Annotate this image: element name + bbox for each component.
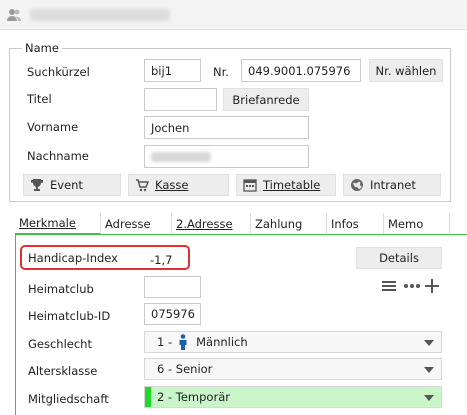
tab-2-adresse-label: 2.Adresse bbox=[176, 217, 233, 231]
tab-infos[interactable]: Infos bbox=[327, 213, 384, 235]
nachname-field[interactable] bbox=[144, 145, 309, 168]
geschlecht-select[interactable]: 1 - Männlich bbox=[144, 331, 442, 353]
tab-infos-label: Infos bbox=[331, 217, 359, 231]
heimatclub-label: Heimatclub bbox=[28, 282, 94, 296]
mitgliedschaft-label: Mitgliedschaft bbox=[28, 392, 109, 406]
tab-merkmale-label: Merkmale bbox=[19, 216, 76, 230]
details-button[interactable]: Details bbox=[356, 247, 442, 269]
handicap-label: Handicap-Index bbox=[28, 251, 118, 265]
tab-adresse[interactable]: Adresse bbox=[101, 213, 172, 235]
heimatclub-id-label: Heimatclub-ID bbox=[28, 309, 111, 323]
nr-field[interactable]: 049.9001.075976 bbox=[241, 59, 361, 82]
cart-icon bbox=[136, 179, 149, 192]
suchkuerzel-field[interactable]: bij1 bbox=[144, 59, 201, 82]
timetable-button[interactable]: Timetable bbox=[236, 174, 336, 196]
event-button-label: Event bbox=[50, 178, 83, 192]
plus-icon[interactable] bbox=[424, 278, 440, 294]
intranet-button-label: Intranet bbox=[370, 178, 416, 192]
titel-field[interactable] bbox=[144, 88, 217, 111]
event-button[interactable]: Event bbox=[23, 174, 121, 196]
altersklasse-label: Altersklasse bbox=[28, 364, 98, 378]
timetable-button-label: Timetable bbox=[263, 178, 321, 192]
chevron-down-icon bbox=[424, 395, 434, 401]
nr-waehlen-button[interactable]: Nr. wählen bbox=[369, 59, 443, 82]
tab-2-adresse[interactable]: 2.Adresse bbox=[172, 213, 251, 235]
tab-memo-label: Memo bbox=[388, 217, 424, 231]
handicap-value: -1,7 bbox=[150, 253, 173, 267]
mitgliedschaft-value: 2 - Temporär bbox=[157, 390, 230, 404]
geschlecht-label: Geschlecht bbox=[28, 337, 92, 351]
chevron-down-icon bbox=[424, 340, 434, 346]
geschlecht-value: Männlich bbox=[196, 335, 248, 349]
mitgliedschaft-select[interactable]: 2 - Temporär bbox=[144, 386, 442, 408]
chevron-down-icon bbox=[424, 367, 434, 373]
intranet-button[interactable]: Intranet bbox=[343, 174, 441, 196]
vorname-field[interactable]: Jochen bbox=[144, 116, 309, 139]
altersklasse-value: 6 - Senior bbox=[157, 362, 213, 376]
list-icon[interactable] bbox=[381, 279, 397, 293]
geschlecht-prefix: 1 - bbox=[157, 335, 173, 349]
titel-label: Titel bbox=[27, 92, 52, 106]
suchkuerzel-label: Suchkürzel bbox=[27, 65, 90, 79]
nachname-label: Nachname bbox=[27, 149, 89, 163]
name-group-legend: Name bbox=[22, 41, 62, 55]
nachname-redacted bbox=[151, 151, 211, 162]
contacts-icon bbox=[7, 9, 21, 21]
tab-adresse-label: Adresse bbox=[105, 217, 151, 231]
globe-icon bbox=[351, 179, 363, 191]
nr-label: Nr. bbox=[213, 65, 229, 79]
kasse-button[interactable]: Kasse bbox=[128, 174, 229, 196]
tab-zahlung-label: Zahlung bbox=[255, 217, 303, 231]
vorname-label: Vorname bbox=[27, 120, 79, 134]
membership-color-swatch bbox=[145, 387, 151, 407]
window-title-redacted bbox=[30, 9, 170, 21]
heimatclub-field[interactable] bbox=[144, 276, 201, 298]
heimatclub-id-field[interactable]: 075976 bbox=[144, 303, 201, 325]
tab-memo[interactable]: Memo bbox=[384, 213, 450, 235]
person-icon bbox=[179, 334, 187, 350]
more-icon[interactable] bbox=[403, 283, 421, 289]
trophy-icon bbox=[31, 179, 43, 191]
calendar-icon bbox=[243, 179, 257, 192]
briefanrede-button[interactable]: Briefanrede bbox=[223, 88, 309, 111]
kasse-button-label: Kasse bbox=[155, 178, 189, 192]
tab-merkmale[interactable]: Merkmale bbox=[15, 213, 101, 235]
tab-zahlung[interactable]: Zahlung bbox=[251, 213, 327, 235]
altersklasse-select[interactable]: 6 - Senior bbox=[144, 358, 442, 380]
